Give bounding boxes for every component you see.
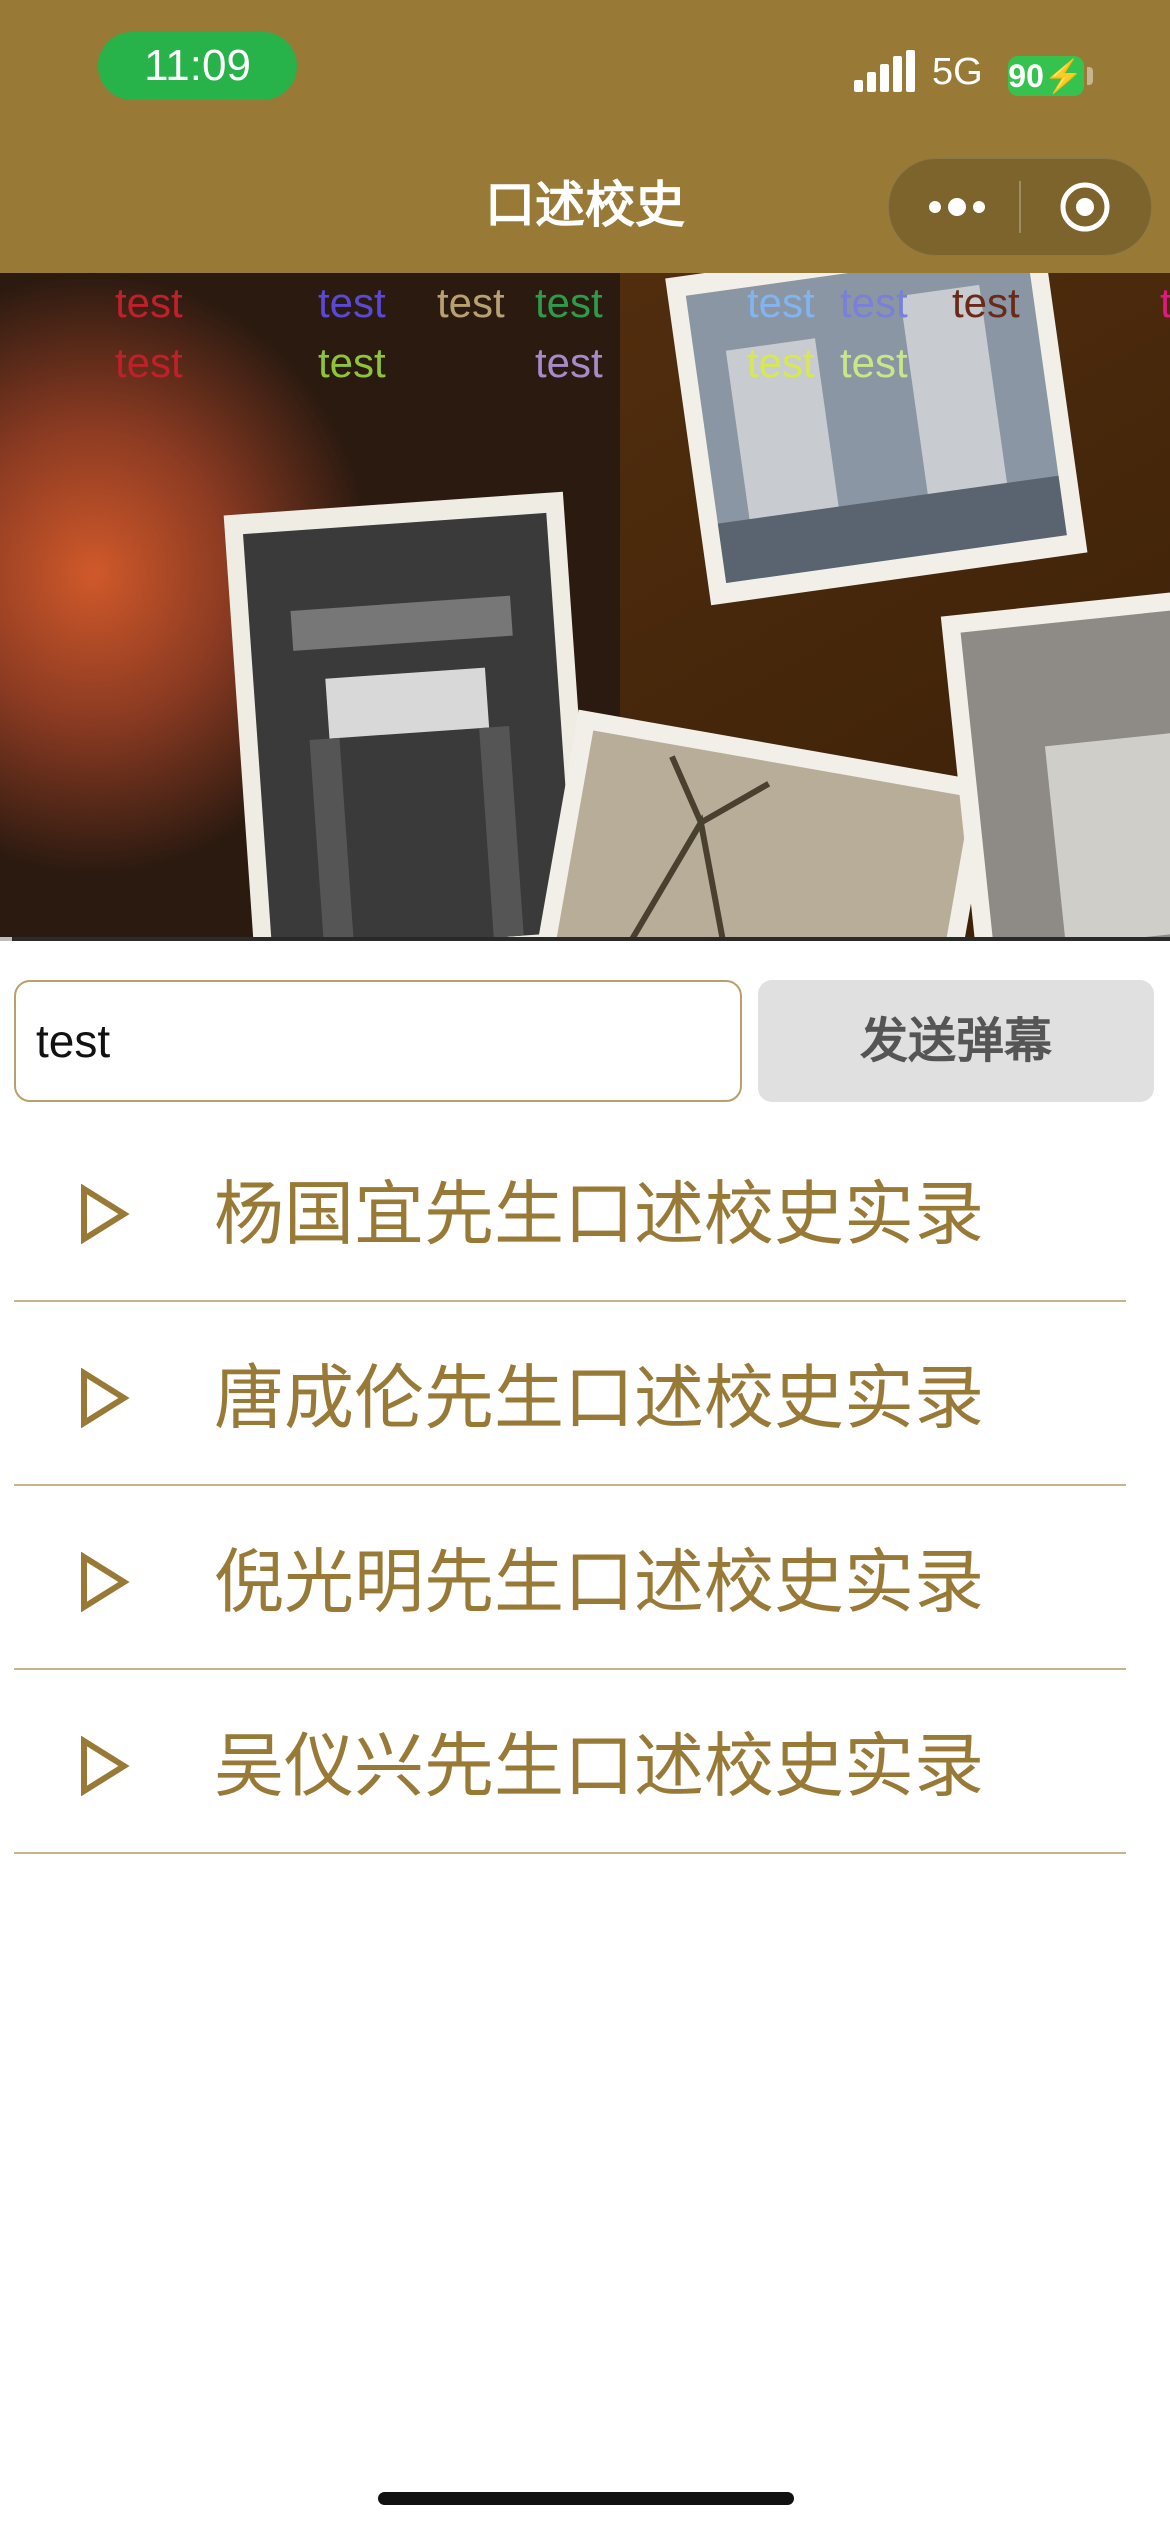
page-title: 口述校史 — [485, 176, 685, 234]
danmaku-text: test — [115, 339, 183, 386]
video-player[interactable]: test test test test test test test t tes… — [0, 273, 1170, 941]
play-icon — [81, 1736, 130, 1796]
more-dots-icon[interactable] — [927, 190, 987, 224]
danmaku-text: test — [318, 279, 386, 326]
app-header: 11:09 5G 90⚡ 口述校史 — [0, 0, 1170, 273]
send-danmaku-button[interactable]: 发送弹幕 — [758, 980, 1154, 1102]
danmaku-text: test — [747, 279, 815, 326]
danmaku-text: test — [840, 339, 908, 386]
play-icon — [81, 1184, 130, 1244]
list-item-label: 杨国宜先生口述校史实录 — [214, 1173, 984, 1255]
danmaku-input-box — [14, 980, 742, 1102]
danmaku-text: test — [840, 279, 908, 326]
miniprogram-capsule — [888, 158, 1152, 256]
list-item-label: 唐成伦先生口述校史实录 — [214, 1357, 984, 1439]
signal-icon — [854, 50, 915, 92]
danmaku-text: test — [115, 279, 183, 326]
danmaku-text: test — [535, 279, 603, 326]
danmaku-text: test — [747, 339, 815, 386]
target-icon[interactable] — [1059, 181, 1111, 233]
video-progress-bar[interactable] — [0, 937, 1170, 941]
danmaku-text: t — [1160, 279, 1170, 326]
list-item[interactable]: 倪光明先生口述校史实录 — [14, 1486, 1126, 1670]
danmaku-input[interactable] — [36, 982, 716, 1100]
list-item-label: 倪光明先生口述校史实录 — [214, 1541, 984, 1623]
battery-cap — [1087, 67, 1093, 85]
list-item-label: 吴仪兴先生口述校史实录 — [214, 1725, 984, 1807]
network-type: 5G — [932, 51, 983, 93]
video-progress-fill — [0, 937, 12, 941]
list-item[interactable]: 杨国宜先生口述校史实录 — [14, 1118, 1126, 1302]
play-icon — [81, 1552, 130, 1612]
danmaku-text: test — [535, 339, 603, 386]
home-indicator — [378, 2492, 794, 2505]
list-item[interactable]: 唐成伦先生口述校史实录 — [14, 1302, 1126, 1486]
list-item[interactable]: 吴仪兴先生口述校史实录 — [14, 1670, 1126, 1854]
battery-level: 90⚡ — [1008, 56, 1084, 96]
play-icon — [81, 1368, 130, 1428]
danmaku-text: test — [318, 339, 386, 386]
danmaku-text: test — [437, 279, 505, 326]
danmaku-text: test — [952, 279, 1020, 326]
capsule-divider — [1019, 181, 1021, 233]
status-time: 11:09 — [98, 32, 297, 100]
